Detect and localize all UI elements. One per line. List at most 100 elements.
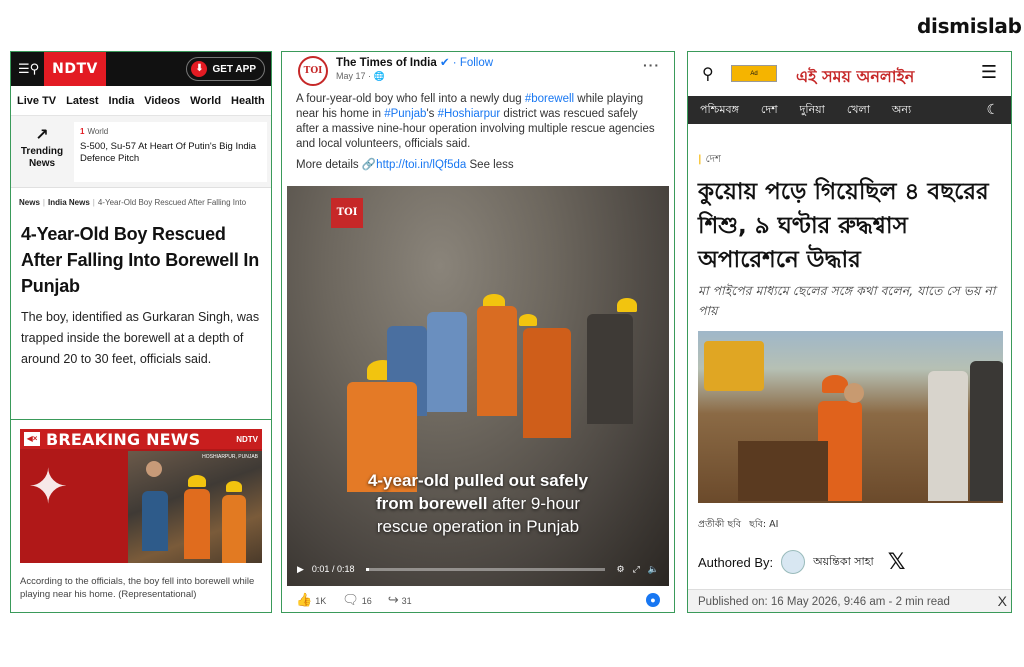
post-date: May 17 · 🌐 (336, 71, 385, 81)
image-credit: প্রতীকী ছবি ছবি: AI (698, 519, 779, 530)
nav-health[interactable]: Health (231, 95, 265, 107)
ad-banner[interactable]: Ad (731, 65, 777, 82)
share-button[interactable]: ↪ 31 (388, 592, 412, 608)
breaking-news-bar: ◀× BREAKING NEWS NDTV (20, 429, 262, 449)
dismislab-logo: dismislab (917, 14, 1022, 38)
messenger-icon[interactable]: ● (646, 593, 660, 607)
toi-video-badge: TOI (331, 198, 363, 228)
nav-world[interactable]: World (190, 95, 221, 107)
toi-facebook-screenshot: TOI The Times of India ✔ · Follow May 17… (281, 51, 675, 613)
read-time: 2 min read (895, 596, 950, 608)
download-icon: ⬇ (191, 61, 208, 77)
rescue-photo: HOSHIARPUR, PUNJAB (128, 451, 262, 563)
ndtv-header: ☰⚲ NDTV ⬇ GET APP (11, 52, 271, 86)
divider (11, 419, 271, 420)
ndtv-headline: 4-Year-Old Boy Rescued After Falling Int… (21, 224, 260, 296)
page-name-text[interactable]: The Times of India (336, 57, 437, 69)
eisamay-screenshot: ⚲ Ad এই সময় অনলাইন ☰ পশ্চিমবঙ্গ দেশ দুন… (687, 51, 1012, 613)
like-button[interactable]: 👍 1K (296, 592, 326, 608)
published-date: Published on: 16 May 2026, 9:46 am (698, 596, 886, 608)
close-icon[interactable]: X (998, 593, 1007, 609)
x-icon[interactable]: 𝕏 (888, 549, 906, 575)
section-label: | দেশ (698, 154, 721, 165)
get-app-label: GET APP (212, 63, 256, 75)
video-time: 0:01 / 0:18 (311, 564, 355, 574)
search-icon[interactable]: ⚲ (702, 64, 714, 84)
nav-paschimbanga[interactable]: পশ্চিমবঙ্গ (700, 101, 739, 120)
breadcrumb-current: 4-Year-Old Boy Rescued After Falling Int… (97, 198, 247, 207)
nav-duniya[interactable]: দুনিয়া (800, 101, 825, 120)
trending-arrow-icon: ↗ (35, 127, 49, 144)
breaking-graphic: ✦ (28, 459, 69, 515)
ndtv-watermark: NDTV (236, 434, 258, 444)
see-less-link[interactable]: See less (466, 159, 514, 171)
trending-card[interactable]: 1 World S-500, Su-57 At Heart Of Putin's … (74, 122, 267, 182)
ndtv-logo[interactable]: NDTV (44, 52, 106, 86)
mute-icon: ◀× (24, 432, 40, 446)
thumbs-up-icon: 👍 (296, 592, 313, 607)
nav-latest[interactable]: Latest (66, 95, 98, 107)
get-app-button[interactable]: ⬇ GET APP (186, 57, 265, 81)
hashtag-hoshiarpur[interactable]: #Hoshiarpur (438, 108, 501, 120)
ndtv-body-text: The boy, identified as Gurkaran Singh, w… (21, 310, 260, 366)
breadcrumb-india-news[interactable]: India News (48, 198, 90, 207)
breadcrumb: News | India News | 4-Year-Old Boy Rescued A… (19, 198, 247, 207)
authored-by-label: Authored By: (698, 554, 774, 570)
page-name: The Times of India ✔ · Follow (336, 57, 494, 69)
nav-live-tv[interactable]: Live TV (17, 95, 56, 107)
nav-onno[interactable]: অন্য (892, 101, 911, 120)
verified-icon: ✔ (439, 57, 450, 69)
trending-label: ↗ Trending News (20, 127, 64, 170)
post-header: TOI The Times of India ✔ · Follow May 17… (282, 52, 674, 92)
nav-khela[interactable]: খেলা (847, 101, 870, 120)
author-name[interactable]: অয়ন্তিকা সাহা (813, 553, 874, 572)
ai-rescue-image[interactable] (698, 331, 1003, 503)
hashtag-borewell[interactable]: #borewell (525, 93, 574, 105)
post-link[interactable]: http://toi.in/lQf5da (376, 159, 466, 171)
image-caption: According to the officials, the boy fell… (20, 576, 255, 600)
hashtag-punjab[interactable]: #Punjab (384, 108, 426, 120)
breaking-news-image[interactable]: ◀× BREAKING NEWS NDTV ✦ HOSHIARPUR, PUNJ… (20, 429, 262, 563)
trending-rank: 1 World (80, 127, 109, 136)
breadcrumb-news[interactable]: News (19, 198, 40, 207)
published-bar: Published on: 16 May 2026, 9:46 am - 2 m… (688, 589, 1011, 612)
comment-icon: 🗨 (342, 592, 359, 607)
search-menu-icon[interactable]: ☰⚲ (18, 61, 39, 77)
share-icon: ↪ (387, 592, 399, 607)
globe-icon: 🌐 (373, 71, 385, 81)
ndtv-nav: Live TV Latest India Videos World Health (11, 86, 271, 116)
dark-mode-icon[interactable]: ☾ (986, 102, 999, 118)
post-details: More details 🔗http://toi.in/lQf5da See l… (296, 159, 514, 171)
play-icon[interactable]: ▶ (297, 564, 304, 575)
author-avatar[interactable] (781, 550, 806, 574)
hamburger-menu-icon[interactable]: ☰ (981, 62, 997, 83)
eisamay-headline: কুয়োয় পড়ে গিয়েছিল ৪ বছরের শিশু, ৯ ঘণ… (698, 179, 989, 273)
location-label: HOSHIARPUR, PUNJAB (202, 454, 258, 460)
video-seek-bar[interactable] (366, 567, 605, 571)
nav-videos[interactable]: Videos (144, 95, 180, 107)
eisamay-nav: পশ্চিমবঙ্গ দেশ দুনিয়া খেলা অন্য ☾ (688, 96, 1011, 124)
fullscreen-icon[interactable]: ⤢ (633, 564, 640, 575)
comment-button[interactable]: 🗨 16 (342, 592, 372, 608)
post-footer: 👍 1K 🗨 16 ↪ 31 ● (282, 588, 674, 612)
author-row: Authored By: অয়ন্তিকা সাহা 𝕏 (698, 549, 905, 575)
follow-link[interactable]: Follow (460, 57, 493, 69)
post-text: A four-year-old boy who fell into a newl… (296, 93, 655, 150)
trending-strip: ↗ Trending News 1 World S-500, Su-57 At H… (11, 116, 271, 188)
video-caption: 4-year-old pulled out safely from borewe… (367, 471, 589, 536)
trending-title: S-500, Su-57 At Heart Of Putin's Big Ind… (80, 141, 257, 164)
nav-india[interactable]: India (109, 95, 135, 107)
ndtv-screenshot: ☰⚲ NDTV ⬇ GET APP Live TV Latest India V… (10, 51, 272, 613)
nav-desh[interactable]: দেশ (761, 101, 778, 120)
eisamay-header: ⚲ Ad এই সময় অনলাইন ☰ (688, 52, 1011, 96)
video-player[interactable]: TOI 4-year-old pulled out safely from bo… (287, 186, 669, 586)
volume-icon[interactable]: 🔈 (648, 564, 659, 575)
more-options-icon[interactable]: ··· (643, 57, 660, 73)
site-logo[interactable]: এই সময় অনলাইন (796, 64, 914, 91)
settings-icon[interactable]: ⚙ (617, 564, 625, 575)
toi-avatar[interactable]: TOI (298, 56, 328, 86)
video-controls: ▶ 0:01 / 0:18 ⚙ ⤢ 🔈 (287, 552, 669, 586)
link-icon: 🔗 (361, 159, 377, 171)
breaking-news-text: BREAKING NEWS (46, 429, 201, 449)
eisamay-subheadline: মা পাইপের মাধ্যমে ছেলের সঙ্গে কথা বলেন, … (698, 283, 996, 318)
